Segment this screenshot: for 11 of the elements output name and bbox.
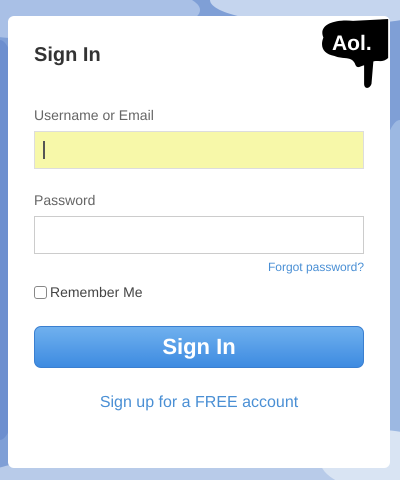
checkbox-label: Remember Me bbox=[50, 284, 143, 300]
input-field[interactable] bbox=[34, 216, 364, 254]
sign-in-button[interactable]: Sign In bbox=[34, 326, 364, 368]
input-field[interactable] bbox=[34, 131, 364, 169]
checkbox[interactable] bbox=[34, 286, 47, 298]
signup-link[interactable]: Sign up for a FREE account bbox=[100, 394, 298, 412]
form-title: Sign In bbox=[34, 43, 101, 67]
logo-text: Aol. bbox=[332, 33, 372, 54]
field-label: Password bbox=[34, 192, 96, 208]
field-label: Username or Email bbox=[34, 107, 155, 123]
forgot-password-link[interactable]: Forgot password? bbox=[268, 260, 364, 274]
